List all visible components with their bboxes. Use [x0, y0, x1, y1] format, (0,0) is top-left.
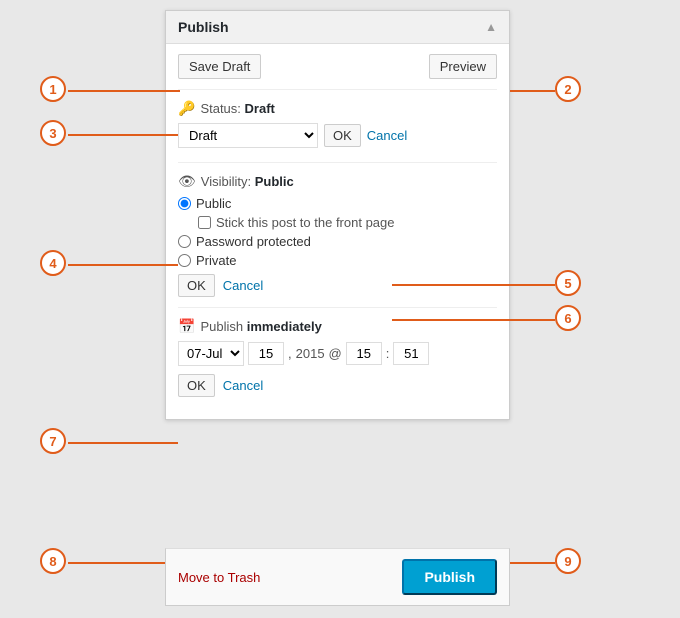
visibility-label-row: 👁 Visibility: Public — [178, 173, 497, 190]
publish-button[interactable]: Publish — [402, 559, 497, 595]
status-label-row: 🔑 Status: Draft — [178, 100, 497, 117]
sticky-option: Stick this post to the front page — [198, 215, 497, 230]
day-month-select[interactable]: 07-Jul — [178, 341, 244, 366]
hour-input[interactable] — [248, 342, 284, 365]
sticky-label: Stick this post to the front page — [216, 215, 395, 230]
annotation-2: 2 — [555, 76, 581, 102]
visibility-text: Visibility: Public — [201, 174, 294, 189]
annotation-4: 4 — [40, 250, 66, 276]
publish-panel: Publish ▲ Save Draft Preview 🔑 Status: D… — [165, 10, 510, 420]
private-label: Private — [196, 253, 236, 268]
preview-button[interactable]: Preview — [429, 54, 497, 79]
password-radio[interactable] — [178, 235, 191, 248]
line-3 — [68, 134, 178, 136]
visibility-cancel-link[interactable]: Cancel — [223, 278, 263, 293]
private-radio[interactable] — [178, 254, 191, 267]
publish-time-text: Publish immediately — [200, 319, 321, 334]
calendar-icon: 📅 — [178, 318, 195, 335]
move-to-trash-link[interactable]: Move to Trash — [178, 570, 260, 585]
datetime-ok-button[interactable]: OK — [178, 374, 215, 397]
collapse-arrow[interactable]: ▲ — [485, 20, 497, 34]
bottom-action-bar: Move to Trash Publish — [165, 548, 510, 606]
status-dropdown[interactable]: Draft Pending Review — [178, 123, 318, 148]
minute-input[interactable] — [346, 342, 382, 365]
status-ok-button[interactable]: OK — [324, 124, 361, 147]
annotation-6: 6 — [555, 305, 581, 331]
public-radio[interactable] — [178, 197, 191, 210]
at-symbol: @ — [329, 346, 342, 361]
draft-preview-row: Save Draft Preview — [178, 54, 497, 90]
save-draft-button[interactable]: Save Draft — [178, 54, 261, 79]
annotation-7: 7 — [40, 428, 66, 454]
visibility-password-option: Password protected — [178, 234, 497, 249]
eye-icon: 👁 — [178, 173, 196, 190]
status-value: Draft — [245, 101, 275, 116]
panel-header: Publish ▲ — [166, 11, 509, 44]
visibility-section: 👁 Visibility: Public Public Stick this p… — [178, 173, 497, 308]
publish-time-section: 📅 Publish immediately 07-Jul , 2015 @ : — [178, 318, 497, 407]
page-wrapper: Publish ▲ Save Draft Preview 🔑 Status: D… — [0, 0, 680, 618]
line-2 — [510, 90, 555, 92]
second-input[interactable] — [393, 342, 429, 365]
line-8 — [68, 562, 165, 564]
panel-title: Publish — [178, 19, 229, 35]
datetime-row: 07-Jul , 2015 @ : — [178, 341, 497, 366]
visibility-ok-button[interactable]: OK — [178, 274, 215, 297]
status-text: Status: Draft — [200, 101, 274, 116]
line-5 — [392, 284, 555, 286]
line-7 — [68, 442, 178, 444]
status-select-row: Draft Pending Review OK Cancel — [178, 123, 497, 148]
year-value: 2015 — [296, 346, 325, 361]
password-label: Password protected — [196, 234, 311, 249]
colon-separator: : — [386, 346, 390, 361]
line-4 — [68, 264, 178, 266]
line-6 — [392, 319, 555, 321]
status-section: 🔑 Status: Draft Draft Pending Review OK … — [178, 100, 497, 163]
panel-body: Save Draft Preview 🔑 Status: Draft Draft… — [166, 44, 509, 419]
annotation-9: 9 — [555, 548, 581, 574]
annotation-1: 1 — [40, 76, 66, 102]
public-label: Public — [196, 196, 231, 211]
line-1 — [68, 90, 180, 92]
key-icon: 🔑 — [178, 100, 195, 117]
publish-immediately-label: immediately — [247, 319, 322, 334]
annotation-5: 5 — [555, 270, 581, 296]
visibility-options: Public Stick this post to the front page… — [178, 196, 497, 268]
annotation-3: 3 — [40, 120, 66, 146]
annotation-8: 8 — [40, 548, 66, 574]
datetime-cancel-link[interactable]: Cancel — [223, 378, 263, 393]
line-9 — [510, 562, 555, 564]
datetime-ok-cancel-row: OK Cancel — [178, 374, 497, 397]
visibility-public-option: Public — [178, 196, 497, 211]
visibility-value: Public — [255, 174, 294, 189]
visibility-private-option: Private — [178, 253, 497, 268]
comma-separator: , — [288, 346, 292, 361]
status-cancel-link[interactable]: Cancel — [367, 128, 407, 143]
sticky-checkbox[interactable] — [198, 216, 211, 229]
